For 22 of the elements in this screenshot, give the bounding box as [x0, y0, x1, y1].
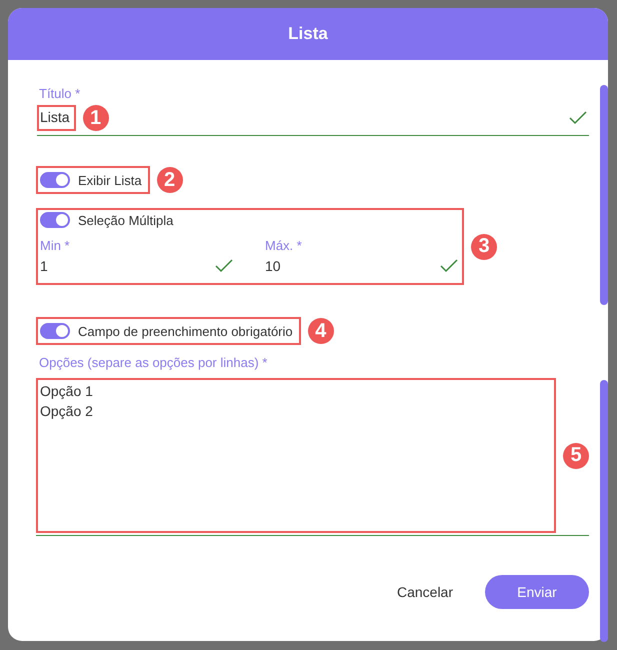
submit-button[interactable]: Enviar [485, 575, 589, 609]
field-value: 1 [40, 258, 48, 274]
number-field[interactable]: 1 [40, 253, 235, 279]
field-label: Opções (separe as opções por linhas) * [39, 355, 268, 370]
cancel-button[interactable]: Cancelar [396, 578, 453, 606]
toggle-label: Seleção Múltipla [78, 212, 174, 228]
field-value: 10 [265, 258, 281, 274]
number-field[interactable]: 10 [265, 253, 460, 279]
callout-badge: 5 [563, 442, 589, 468]
toggle-label: Exibir Lista [78, 172, 142, 188]
field-value: Lista [40, 109, 70, 125]
options-field[interactable]: Opção 1 Opção 2 [36, 378, 556, 533]
field-label: Título * [39, 86, 80, 101]
field-label: Máx. * [265, 238, 302, 253]
callout-badge: 2 [156, 167, 183, 193]
title-field[interactable]: Lista 1 [37, 101, 589, 136]
callout-badge: 1 [82, 105, 109, 131]
callout-badge: 3 [471, 234, 497, 260]
toggle-label: Campo de preenchimento obrigatório [78, 324, 293, 338]
field-label: Min * [40, 238, 70, 253]
callout-badge: 4 [308, 318, 334, 344]
dialog-title: Lista [288, 24, 328, 44]
